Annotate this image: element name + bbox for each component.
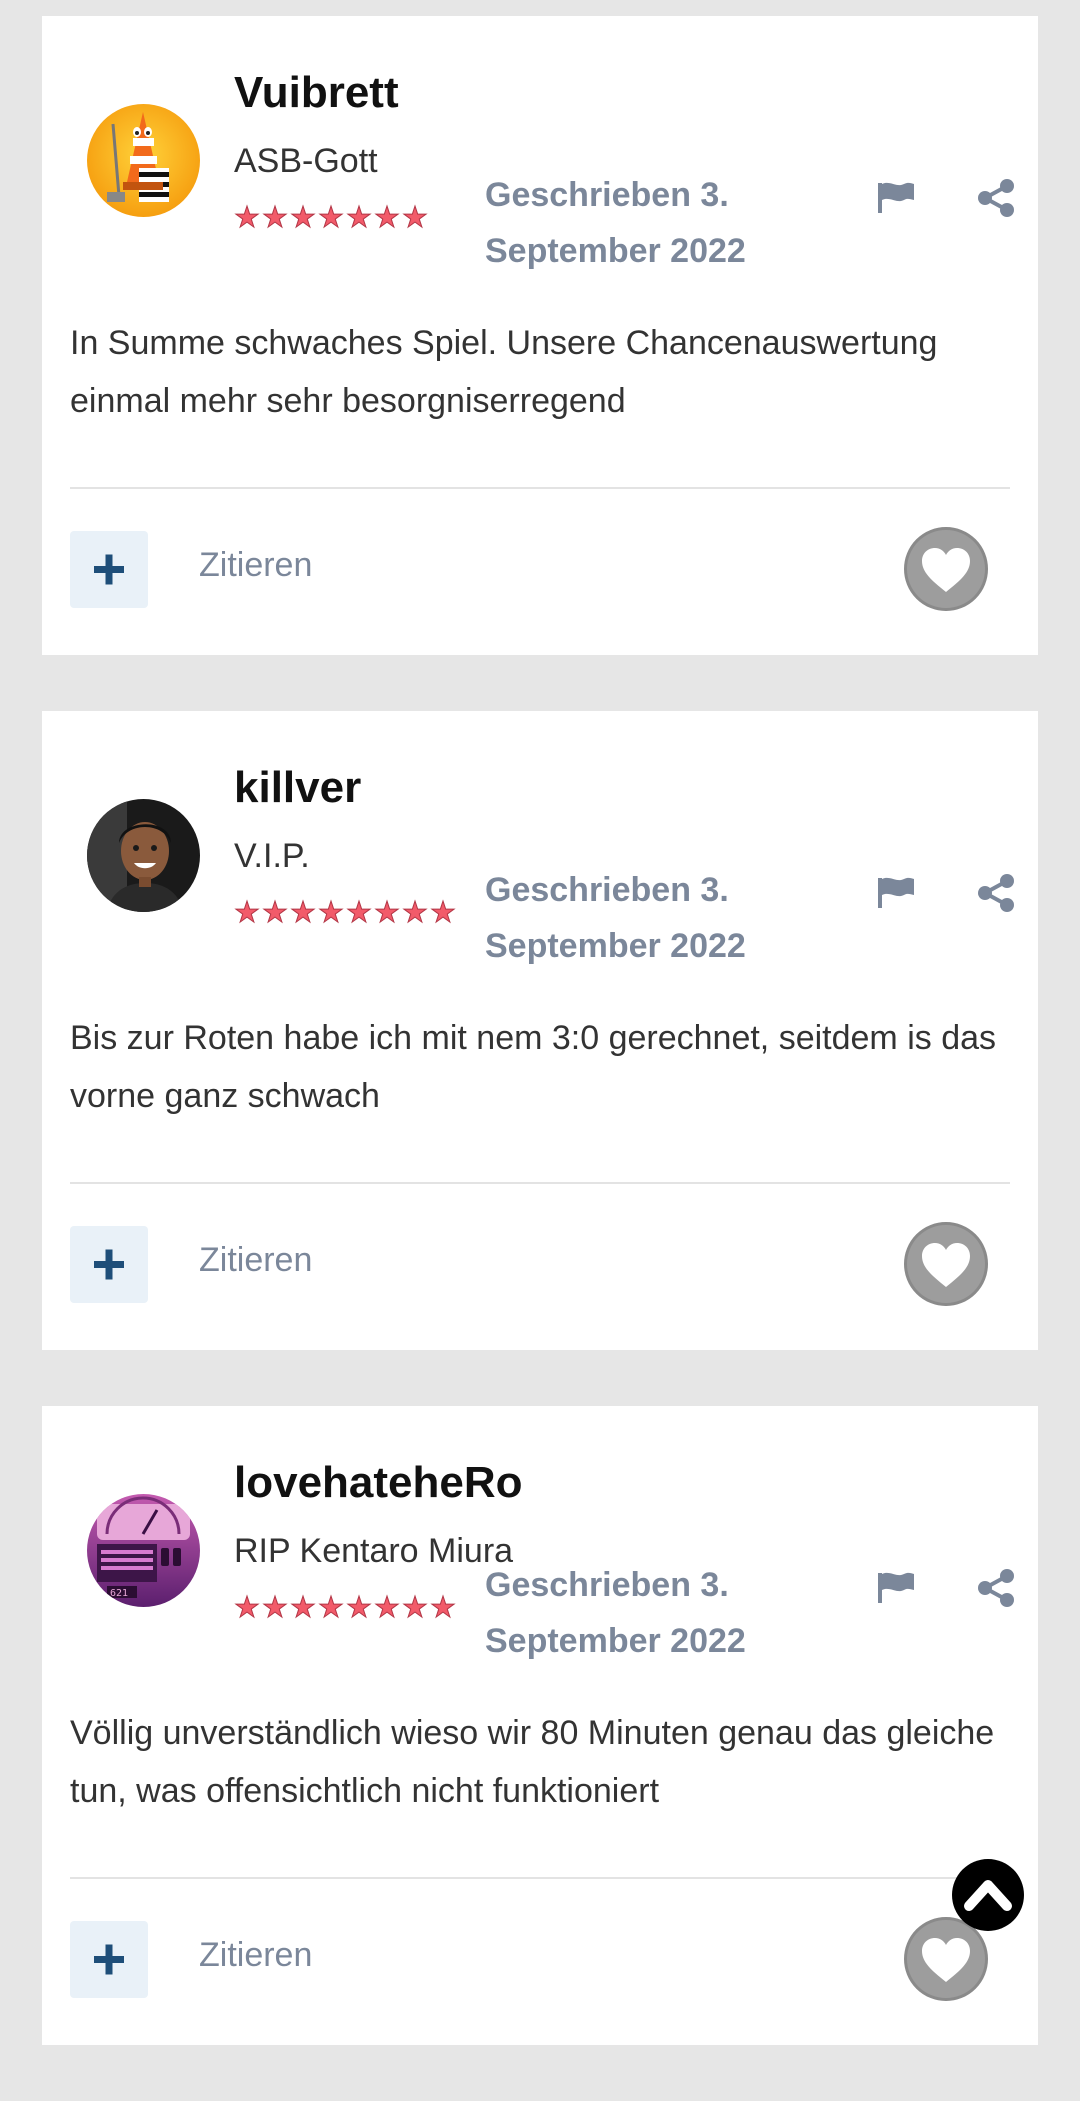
post-date[interactable]: Geschrieben 3. September 2022 xyxy=(485,167,785,279)
flag-icon xyxy=(878,877,914,908)
rank-stars: ★★★★★★★★ xyxy=(234,1592,458,1624)
report-button[interactable] xyxy=(874,176,918,220)
share-icon xyxy=(978,179,1014,217)
post-content: Völlig unverständlich wieso wir 80 Minut… xyxy=(70,1714,995,1810)
heart-icon xyxy=(922,1938,970,1982)
divider xyxy=(70,1877,1010,1879)
traffic-cone-mascot-icon xyxy=(87,104,200,217)
share-icon xyxy=(978,874,1014,912)
share-button[interactable] xyxy=(974,176,1018,220)
quote-button[interactable]: Zitieren xyxy=(199,1936,312,1975)
retro-radio-icon: 621 xyxy=(87,1494,200,1607)
author-name[interactable]: lovehateheRo xyxy=(234,1458,523,1508)
multiquote-button[interactable] xyxy=(70,1921,148,1998)
plus-icon xyxy=(94,1944,124,1975)
rank-stars: ★★★★★★★★ xyxy=(234,897,458,929)
share-button[interactable] xyxy=(974,1566,1018,1610)
quote-button[interactable]: Zitieren xyxy=(199,1241,312,1280)
plus-icon xyxy=(94,1249,124,1280)
share-button[interactable] xyxy=(974,871,1018,915)
author-rank: ASB-Gott xyxy=(234,142,378,180)
heart-icon xyxy=(922,1243,970,1287)
author-name[interactable]: killver xyxy=(234,763,361,813)
post: killver V.I.P. ★★★★★★★★ Geschrieben 3. S… xyxy=(42,711,1038,1350)
multiquote-button[interactable] xyxy=(70,1226,148,1303)
like-button[interactable] xyxy=(904,527,988,611)
author-rank: RIP Kentaro Miura xyxy=(234,1532,514,1570)
rank-stars: ★★★★★★★ xyxy=(234,202,430,234)
post-date[interactable]: Geschrieben 3. September 2022 xyxy=(485,862,785,974)
post-content: In Summe schwaches Spiel. Unsere Chancen… xyxy=(70,324,938,420)
avatar[interactable] xyxy=(87,799,200,912)
divider xyxy=(70,487,1010,489)
post-content: Bis zur Roten habe ich mit nem 3:0 gerec… xyxy=(70,1019,997,1115)
share-icon xyxy=(978,1569,1014,1607)
scroll-to-top-button[interactable] xyxy=(952,1859,1024,1931)
plus-icon xyxy=(94,554,124,585)
post: 621 lovehateheRo RIP Kentaro Miura ★★★★★… xyxy=(42,1406,1038,2045)
post-date[interactable]: Geschrieben 3. September 2022 xyxy=(485,1557,785,1669)
like-button[interactable] xyxy=(904,1222,988,1306)
quote-button[interactable]: Zitieren xyxy=(199,546,312,585)
flag-icon xyxy=(878,1572,914,1603)
post: Vuibrett ASB-Gott ★★★★★★★ Geschrieben 3.… xyxy=(42,16,1038,655)
person-photo-icon xyxy=(87,799,200,912)
heart-icon xyxy=(922,548,970,592)
divider xyxy=(70,1182,1010,1184)
report-button[interactable] xyxy=(874,1566,918,1610)
avatar[interactable] xyxy=(87,104,200,217)
multiquote-button[interactable] xyxy=(70,531,148,608)
report-button[interactable] xyxy=(874,871,918,915)
post-feed: Vuibrett ASB-Gott ★★★★★★★ Geschrieben 3.… xyxy=(42,16,1038,2101)
chevron-up-icon xyxy=(964,1880,1012,1911)
avatar[interactable]: 621 xyxy=(87,1494,200,1607)
author-name[interactable]: Vuibrett xyxy=(234,68,399,118)
author-rank: V.I.P. xyxy=(234,837,310,875)
flag-icon xyxy=(878,182,914,213)
svg-text:621: 621 xyxy=(110,1588,128,1599)
